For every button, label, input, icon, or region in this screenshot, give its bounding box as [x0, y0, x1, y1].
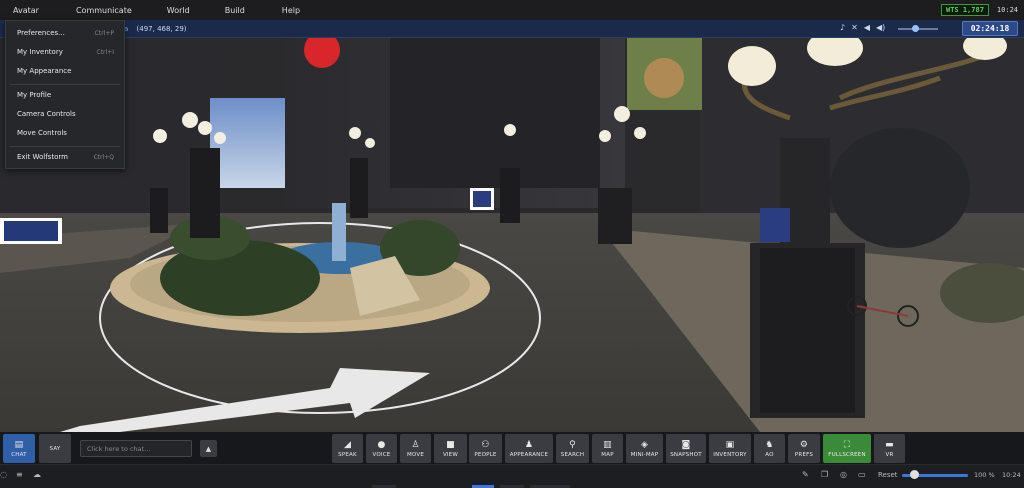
- shortcut-label: Ctrl+Q: [93, 153, 114, 161]
- media-icons: ♪ ✕ ◀ ◀): [840, 23, 885, 32]
- chat-icon: ▤: [14, 439, 24, 450]
- location-bar: a (497, 468, 29) ♪ ✕ ◀ ◀) 02:24:18: [0, 20, 1024, 38]
- volume-icon[interactable]: ◀): [876, 23, 885, 32]
- menu-item-preferences[interactable]: Preferences... Ctrl+P: [6, 25, 124, 41]
- coordinates: (497, 468, 29): [136, 25, 187, 33]
- menu-communicate[interactable]: Communicate: [52, 0, 145, 20]
- chat-history-button[interactable]: ▲: [200, 440, 217, 457]
- menu-world[interactable]: World: [145, 0, 203, 20]
- menu-build[interactable]: Build: [203, 0, 258, 20]
- map-icon: ▥: [603, 439, 612, 450]
- megaphone-icon: ◢: [343, 439, 352, 450]
- compass-icon: ◈: [640, 439, 649, 450]
- menu-item-my-inventory[interactable]: My Inventory Ctrl+I: [6, 44, 124, 60]
- camera-reset-icon[interactable]: ◎: [840, 470, 847, 479]
- vr-button[interactable]: ▬ VR: [874, 434, 905, 463]
- inventory-button[interactable]: ▣ INVENTORY: [709, 434, 751, 463]
- balance-badge[interactable]: WTS 1,787: [940, 4, 989, 16]
- menu-separator: [10, 146, 120, 147]
- zoom-value: 100 %: [974, 471, 995, 479]
- inventory-icon: ▣: [725, 439, 735, 450]
- microphone-icon: ●: [377, 439, 386, 450]
- search-icon: ⚲: [569, 439, 576, 450]
- hamburger-icon[interactable]: ≡: [16, 470, 23, 479]
- say-button[interactable]: SAY: [39, 434, 71, 463]
- chat-button[interactable]: ▤ CHAT: [3, 434, 35, 463]
- session-timer: 02:24:18: [962, 21, 1018, 36]
- camera-icon: ■: [446, 439, 455, 450]
- gear-icon: ⚙: [799, 439, 809, 450]
- chat-input[interactable]: Click here to chat...: [80, 440, 192, 457]
- people-button[interactable]: ⚇ PEOPLE: [469, 434, 502, 463]
- status-clock: 10:24: [1002, 471, 1021, 479]
- zoom-knob[interactable]: [910, 470, 919, 479]
- chevron-up-icon: ▲: [205, 444, 212, 453]
- menu-avatar[interactable]: Avatar: [0, 0, 52, 20]
- menu-bar: Avatar Communicate World Build Help WTS …: [0, 0, 1024, 20]
- speak-button[interactable]: ◢ SPEAK: [332, 434, 363, 463]
- run-icon: ♞: [765, 439, 774, 450]
- view-button[interactable]: ■ VIEW: [434, 434, 467, 463]
- snapshot-button[interactable]: ◙ SNAPSHOT: [666, 434, 706, 463]
- ao-button[interactable]: ♞ AO: [754, 434, 785, 463]
- avatar-menu-dropdown: Preferences... Ctrl+P My Inventory Ctrl+…: [5, 20, 125, 169]
- fullscreen-icon: ⛶: [843, 439, 851, 450]
- people-icon: ⚇: [481, 439, 490, 450]
- fullscreen-button[interactable]: ⛶ FULLSCREEN: [823, 434, 871, 463]
- music-icon[interactable]: ♪: [840, 23, 845, 32]
- world-viewport[interactable]: [0, 38, 1024, 432]
- search-button[interactable]: ⚲ SEARCH: [556, 434, 589, 463]
- voice-button[interactable]: ● VOICE: [366, 434, 397, 463]
- menu-item-my-profile[interactable]: My Profile: [6, 87, 124, 103]
- prefs-button[interactable]: ⚙ PREFS: [788, 434, 820, 463]
- reset-label[interactable]: Reset: [878, 471, 898, 479]
- menu-item-camera-controls[interactable]: Camera Controls: [6, 106, 124, 122]
- menu-item-my-appearance[interactable]: My Appearance: [6, 63, 124, 79]
- shortcut-label: Ctrl+I: [96, 48, 114, 56]
- map-button[interactable]: ▥ MAP: [592, 434, 623, 463]
- media-mute-icon[interactable]: ✕: [851, 23, 858, 32]
- menu-right: WTS 1,787 10:24: [940, 4, 1024, 16]
- shortcut-label: Ctrl+P: [94, 29, 114, 37]
- person-icon: ♟: [524, 439, 534, 450]
- menu-separator: [10, 84, 120, 85]
- snapshot-icon: ◙: [681, 439, 691, 450]
- move-button[interactable]: ♙ MOVE: [400, 434, 431, 463]
- volume-knob[interactable]: [912, 25, 919, 32]
- menu-item-move-controls[interactable]: Move Controls: [6, 125, 124, 141]
- location-text[interactable]: a (497, 468, 29): [124, 25, 187, 33]
- menu-help[interactable]: Help: [258, 0, 313, 20]
- walk-icon: ♙: [411, 439, 420, 450]
- copy-icon[interactable]: ❐: [821, 470, 828, 479]
- status-bar: ◌ ≡ ☁ ✎ ❐ ◎ ▭ Reset 100 % 10:24: [0, 464, 1024, 488]
- mini-map-button[interactable]: ◈ MINI-MAP: [626, 434, 663, 463]
- menu-item-exit[interactable]: Exit Wolfstorm Ctrl+Q: [6, 149, 124, 165]
- sound-icon[interactable]: ◀: [864, 23, 870, 32]
- appearance-button[interactable]: ♟ APPEARANCE: [505, 434, 553, 463]
- screen-icon[interactable]: ▭: [858, 470, 866, 479]
- settings-icon[interactable]: ◌: [0, 470, 7, 479]
- volume-slider[interactable]: [898, 25, 938, 32]
- top-clock: 10:24: [996, 6, 1018, 14]
- edit-icon[interactable]: ✎: [802, 470, 809, 479]
- cloud-icon[interactable]: ☁: [33, 470, 41, 479]
- scene-render: [0, 38, 1024, 432]
- vr-icon: ▬: [885, 439, 894, 450]
